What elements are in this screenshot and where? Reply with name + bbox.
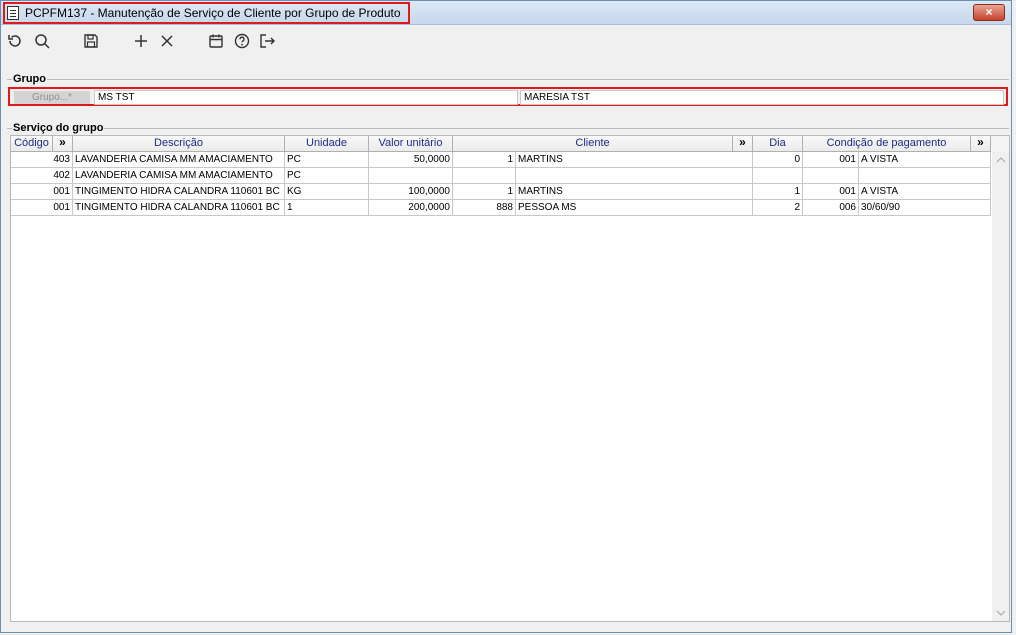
- col-cliente[interactable]: Cliente: [453, 136, 733, 152]
- delete-icon[interactable]: [157, 31, 177, 51]
- col-dia[interactable]: Dia: [753, 136, 803, 152]
- cell-codigo[interactable]: 403: [11, 152, 73, 168]
- col-condicao[interactable]: Condição de pagamento: [803, 136, 971, 152]
- servico-section-title: Serviço do grupo: [12, 122, 105, 134]
- exit-icon[interactable]: [257, 31, 277, 51]
- grupo-highlight-box: Grupo...* MS TST MARESIA TST: [8, 87, 1008, 106]
- section-divider: [7, 79, 1009, 80]
- col-codigo[interactable]: Código: [11, 136, 53, 152]
- section-divider: [7, 128, 1009, 129]
- cell-codigo[interactable]: 001: [11, 200, 73, 216]
- save-icon[interactable]: [81, 31, 101, 51]
- cell-condicao-desc: A VISTA: [859, 152, 991, 168]
- cell-cliente-code[interactable]: 1: [453, 184, 516, 200]
- cell-cliente-name: [516, 168, 753, 184]
- table-row[interactable]: 403 LAVANDERIA CAMISA MM AMACIAMENTO PC …: [11, 152, 992, 168]
- grupo-description-field: MARESIA TST: [520, 90, 1004, 105]
- grupo-section: Grupo Grupo...* MS TST MARESIA TST: [7, 73, 1009, 110]
- cell-codigo[interactable]: 402: [11, 168, 73, 184]
- cell-condicao-code[interactable]: 006: [803, 200, 859, 216]
- grupo-section-title: Grupo: [12, 73, 47, 85]
- scroll-up-icon[interactable]: [996, 156, 1006, 164]
- servico-section: Serviço do grupo Código » Descrição Unid…: [7, 122, 1010, 626]
- cell-valor[interactable]: 200,0000: [369, 200, 453, 216]
- grupo-label[interactable]: Grupo...*: [14, 91, 90, 104]
- cell-descricao[interactable]: LAVANDERIA CAMISA MM AMACIAMENTO: [73, 152, 285, 168]
- table-row[interactable]: 001 TINGIMENTO HIDRA CALANDRA 110601 BC …: [11, 200, 992, 216]
- cell-cliente-name: MARTINS: [516, 184, 753, 200]
- toolbar: [1, 26, 1011, 56]
- table-row[interactable]: 402 LAVANDERIA CAMISA MM AMACIAMENTO PC: [11, 168, 992, 184]
- servico-table: Código » Descrição Unidade Valor unitári…: [10, 135, 1010, 622]
- app-window: PCPFM137 - Manutenção de Serviço de Clie…: [0, 0, 1012, 633]
- cell-condicao-desc: A VISTA: [859, 184, 991, 200]
- col-descricao[interactable]: Descrição: [73, 136, 285, 152]
- col-codigo-expand[interactable]: »: [53, 136, 73, 152]
- scroll-down-icon[interactable]: [996, 609, 1006, 617]
- title-bar: PCPFM137 - Manutenção de Serviço de Clie…: [1, 1, 1011, 25]
- table-header: Código » Descrição Unidade Valor unitári…: [11, 136, 1009, 152]
- cell-valor[interactable]: 50,0000: [369, 152, 453, 168]
- cell-dia[interactable]: 1: [753, 184, 803, 200]
- cell-unidade[interactable]: 1: [285, 200, 369, 216]
- col-cliente-expand[interactable]: »: [733, 136, 753, 152]
- cell-cliente-code[interactable]: 1: [453, 152, 516, 168]
- cell-dia[interactable]: [753, 168, 803, 184]
- vertical-scrollbar[interactable]: [992, 152, 1009, 621]
- cell-cliente-name: PESSOA MS: [516, 200, 753, 216]
- col-condicao-expand[interactable]: »: [971, 136, 991, 152]
- cell-condicao-desc: [859, 168, 991, 184]
- cell-cliente-code[interactable]: 888: [453, 200, 516, 216]
- cell-condicao-desc: 30/60/90: [859, 200, 991, 216]
- col-valor[interactable]: Valor unitário: [369, 136, 453, 152]
- help-icon[interactable]: [232, 31, 252, 51]
- add-icon[interactable]: [131, 31, 151, 51]
- cell-unidade[interactable]: PC: [285, 152, 369, 168]
- grupo-code-field[interactable]: MS TST: [94, 90, 518, 105]
- cell-descricao[interactable]: TINGIMENTO HIDRA CALANDRA 110601 BC: [73, 200, 285, 216]
- cell-codigo[interactable]: 001: [11, 184, 73, 200]
- cell-cliente-code[interactable]: [453, 168, 516, 184]
- cell-cliente-name: MARTINS: [516, 152, 753, 168]
- cell-condicao-code[interactable]: 001: [803, 152, 859, 168]
- cell-unidade[interactable]: KG: [285, 184, 369, 200]
- cell-descricao[interactable]: TINGIMENTO HIDRA CALANDRA 110601 BC: [73, 184, 285, 200]
- col-unidade[interactable]: Unidade: [285, 136, 369, 152]
- cell-unidade[interactable]: PC: [285, 168, 369, 184]
- cell-dia[interactable]: 0: [753, 152, 803, 168]
- calendar-icon[interactable]: [206, 31, 226, 51]
- cell-condicao-code[interactable]: 001: [803, 184, 859, 200]
- undo-icon[interactable]: [5, 31, 25, 51]
- search-icon[interactable]: [32, 31, 52, 51]
- cell-condicao-code[interactable]: [803, 168, 859, 184]
- cell-descricao[interactable]: LAVANDERIA CAMISA MM AMACIAMENTO: [73, 168, 285, 184]
- table-row[interactable]: 001 TINGIMENTO HIDRA CALANDRA 110601 BC …: [11, 184, 992, 200]
- title-highlight-box: [3, 2, 410, 24]
- cell-dia[interactable]: 2: [753, 200, 803, 216]
- cell-valor[interactable]: 100,0000: [369, 184, 453, 200]
- cell-valor[interactable]: [369, 168, 453, 184]
- close-button[interactable]: ×: [973, 4, 1005, 21]
